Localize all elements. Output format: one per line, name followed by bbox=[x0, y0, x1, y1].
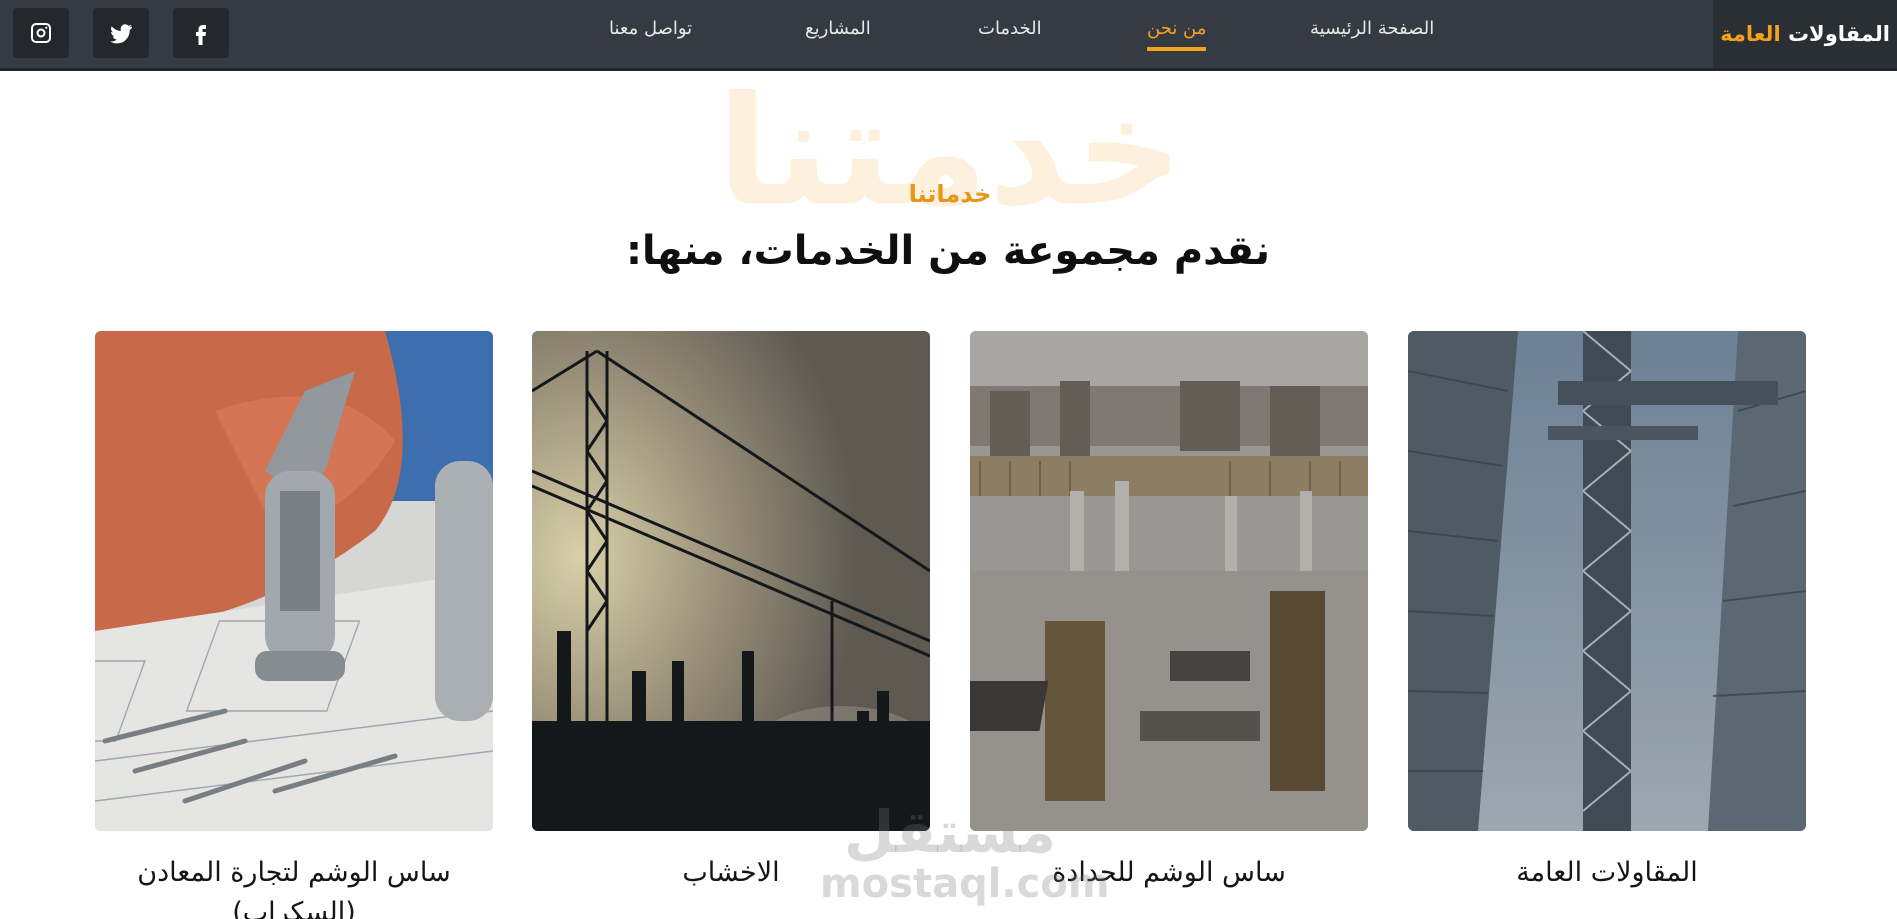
section-heading: نقدم مجموعة من الخدمات، منها: bbox=[625, 228, 1271, 274]
facebook-button[interactable] bbox=[173, 8, 229, 58]
twitter-icon bbox=[110, 24, 132, 44]
card-title: المقاولات العامة bbox=[1516, 857, 1698, 888]
steel-structure-image bbox=[1408, 331, 1806, 831]
crane-silhouette-image bbox=[532, 331, 930, 831]
card-title: ساس الوشم لتجارة المعادن (السكراب) bbox=[137, 857, 451, 919]
brand-accent: العامة bbox=[1720, 22, 1781, 46]
top-navbar: المقاولات العامة الصفحة الرئيسية من نحن … bbox=[0, 0, 1897, 71]
construction-site-image bbox=[970, 331, 1368, 831]
instagram-icon bbox=[31, 23, 51, 43]
nav-link-about[interactable]: من نحن bbox=[1147, 18, 1207, 51]
service-card-ironworks[interactable]: ساس الوشم للحدادة bbox=[970, 331, 1368, 893]
nav-link-projects[interactable]: المشاريع bbox=[805, 18, 871, 39]
service-card-general-contracting[interactable]: المقاولات العامة bbox=[1408, 331, 1806, 893]
nav-links: الصفحة الرئيسية من نحن الخدمات المشاريع … bbox=[600, 0, 1450, 68]
nav-link-home[interactable]: الصفحة الرئيسية bbox=[1310, 18, 1434, 39]
brand-main: المقاولات bbox=[1787, 22, 1890, 46]
card-title: الاخشاب bbox=[682, 857, 780, 888]
nav-link-contact[interactable]: تواصل معنا bbox=[609, 18, 692, 39]
instagram-button[interactable] bbox=[13, 8, 69, 58]
nav-link-services[interactable]: الخدمات bbox=[978, 18, 1042, 39]
hammer-helmet-image bbox=[95, 331, 493, 831]
card-title: ساس الوشم للحدادة bbox=[1052, 857, 1286, 888]
section-label: خدماتنا bbox=[908, 180, 992, 208]
brand-logo[interactable]: المقاولات العامة bbox=[1713, 0, 1897, 68]
twitter-button[interactable] bbox=[93, 8, 149, 58]
service-card-timber[interactable]: الاخشاب bbox=[532, 331, 930, 893]
service-card-scrap-metal[interactable]: ساس الوشم لتجارة المعادن (السكراب) bbox=[95, 331, 493, 919]
ghost-background-title: خدمتنا bbox=[716, 65, 1184, 239]
facebook-icon bbox=[196, 25, 206, 45]
